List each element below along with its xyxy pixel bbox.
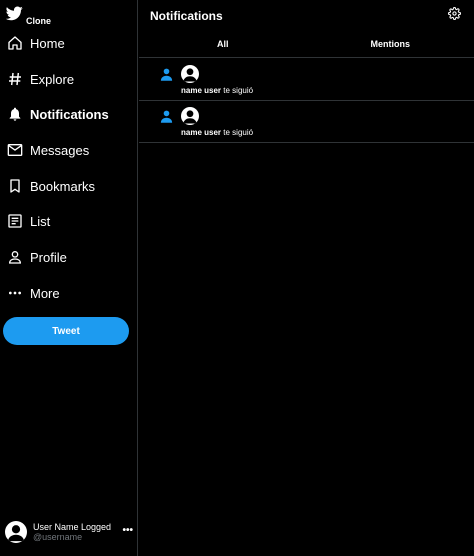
hashtag-icon bbox=[7, 71, 23, 87]
main-column: Notifications All Mentions name user te … bbox=[139, 0, 474, 556]
nav-label: List bbox=[30, 213, 51, 229]
notification-action: te siguió bbox=[223, 128, 254, 137]
home-icon bbox=[7, 35, 23, 51]
list-icon bbox=[7, 213, 23, 229]
avatar bbox=[5, 521, 27, 543]
gear-icon[interactable] bbox=[448, 7, 461, 20]
follow-person-icon bbox=[160, 110, 173, 123]
page-title: Notifications bbox=[150, 9, 223, 23]
notification-text: name user te siguió bbox=[181, 128, 253, 137]
nav-label: Notifications bbox=[30, 106, 109, 122]
notification-item[interactable]: name user te siguió bbox=[139, 101, 474, 143]
notification-action: te siguió bbox=[223, 86, 254, 95]
follow-person-icon bbox=[160, 68, 173, 81]
nav-item-home[interactable]: Home bbox=[7, 29, 65, 57]
nav-item-profile[interactable]: Profile bbox=[7, 243, 67, 271]
nav-label: Bookmarks bbox=[30, 178, 96, 194]
nav-item-list[interactable]: List bbox=[7, 207, 50, 235]
user-handle: @username bbox=[33, 532, 83, 542]
notification-item[interactable]: name user te siguió bbox=[139, 59, 474, 101]
notification-user[interactable]: name user bbox=[181, 86, 221, 95]
user-avatar-icon bbox=[183, 68, 197, 82]
user-avatar-icon bbox=[7, 525, 25, 542]
mail-icon bbox=[7, 142, 23, 158]
bell-icon bbox=[7, 106, 23, 122]
more-icon bbox=[7, 285, 23, 301]
nav-label: Explore bbox=[30, 71, 75, 87]
bookmark-icon bbox=[7, 178, 23, 194]
avatar[interactable] bbox=[181, 65, 199, 83]
nav-label: More bbox=[30, 285, 60, 301]
user-name: User Name Logged bbox=[33, 521, 112, 532]
tab-mentions[interactable]: Mentions bbox=[307, 30, 474, 57]
nav-item-explore[interactable]: Explore bbox=[7, 65, 74, 93]
account-switcher[interactable]: User Name Logged @username ••• bbox=[5, 519, 133, 545]
notification-tabs: All Mentions bbox=[139, 30, 474, 58]
bird-icon bbox=[6, 6, 23, 21]
account-more-icon[interactable]: ••• bbox=[122, 525, 133, 536]
nav-label: Profile bbox=[30, 249, 67, 265]
nav-item-bookmarks[interactable]: Bookmarks bbox=[7, 172, 95, 200]
notification-user[interactable]: name user bbox=[181, 128, 221, 137]
sidebar: Clone Home Explore Notifications Message… bbox=[0, 0, 138, 556]
nav-item-messages[interactable]: Messages bbox=[7, 136, 89, 164]
notification-text: name user te siguió bbox=[181, 86, 253, 95]
nav-item-more[interactable]: More bbox=[7, 279, 60, 307]
logo[interactable]: Clone bbox=[6, 6, 51, 26]
nav-label: Home bbox=[30, 35, 65, 51]
brand-name: Clone bbox=[26, 16, 52, 26]
person-icon bbox=[7, 249, 23, 265]
tweet-button[interactable]: Tweet bbox=[3, 317, 129, 345]
tab-all[interactable]: All bbox=[139, 30, 307, 57]
nav-label: Messages bbox=[30, 142, 90, 158]
nav-item-notifications[interactable]: Notifications bbox=[7, 100, 109, 128]
avatar[interactable] bbox=[181, 107, 199, 125]
user-avatar-icon bbox=[183, 110, 197, 124]
